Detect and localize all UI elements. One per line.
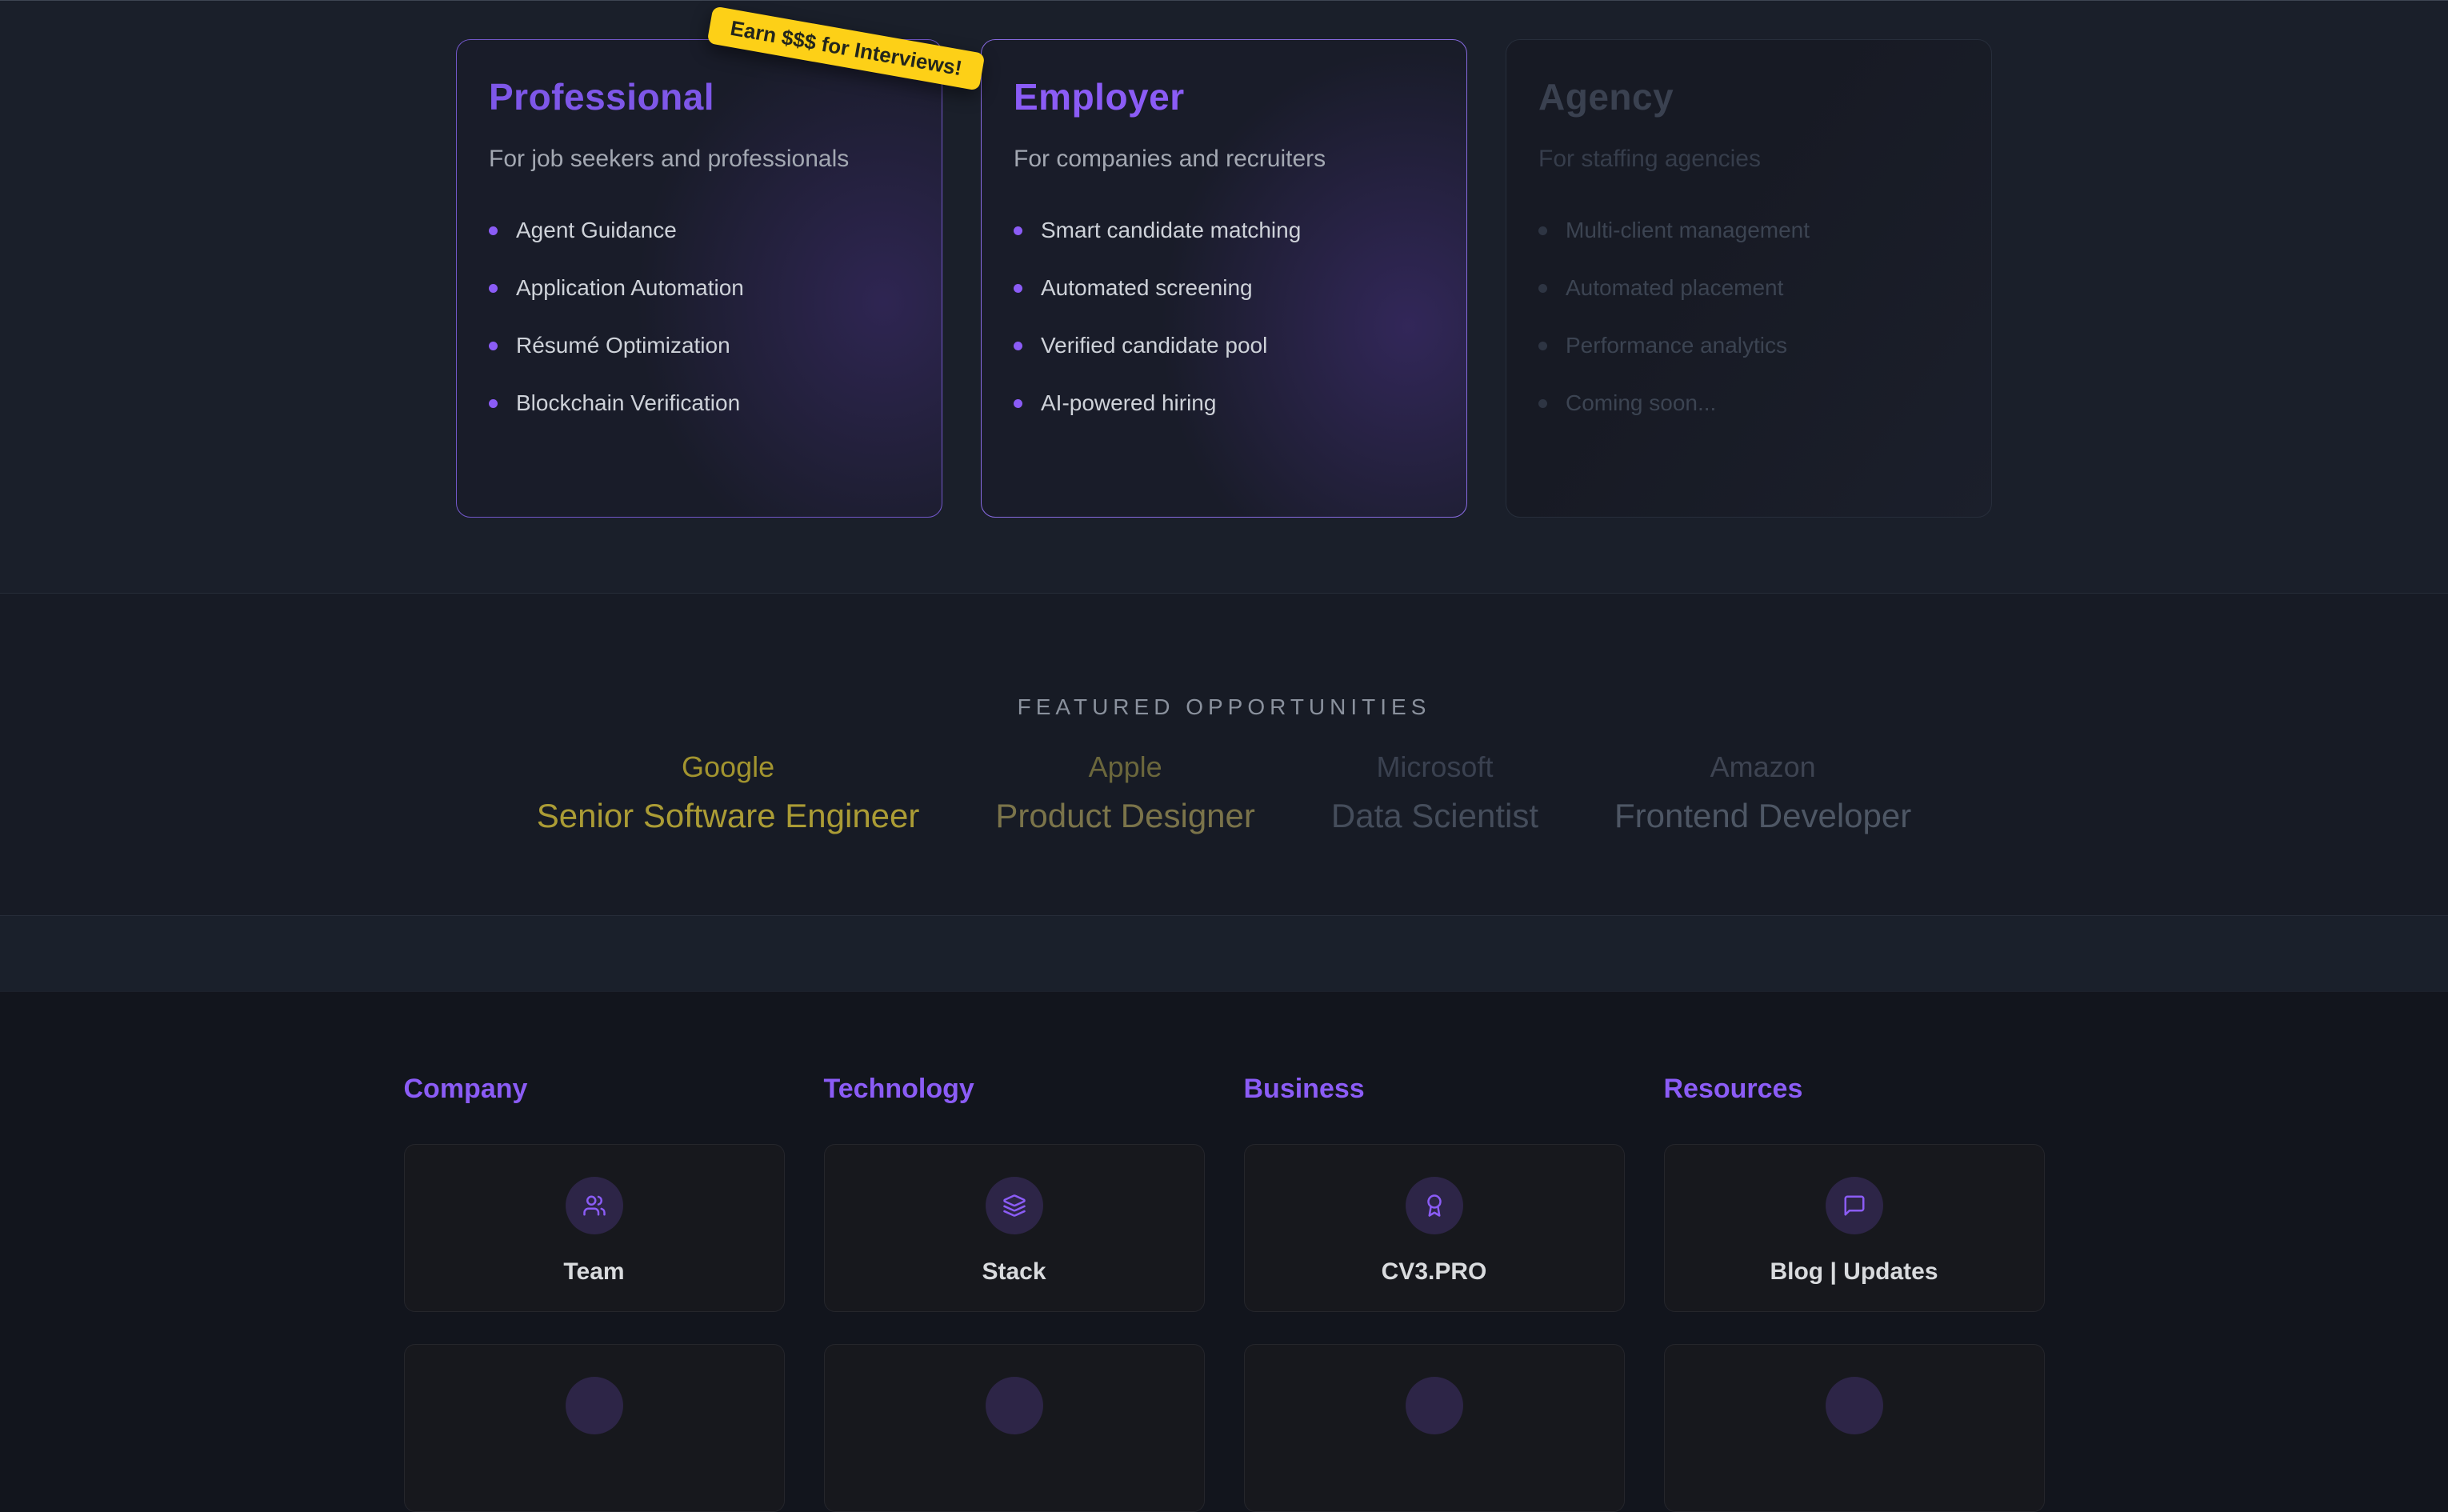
featured-jobs-row: Google Senior Software Engineer Apple Pr… <box>0 750 2448 835</box>
plan-feature-label: AI-powered hiring <box>1041 392 1216 414</box>
bullet-dot-icon <box>489 284 498 293</box>
footer-column-technology: Technology Stack <box>824 1075 1205 1512</box>
footer-card-team[interactable]: Team <box>404 1144 785 1312</box>
plan-feature-label: Smart candidate matching <box>1041 219 1301 242</box>
circle-icon <box>1826 1377 1883 1434</box>
bullet-dot-icon <box>1014 226 1022 235</box>
footer-card-cv3pro[interactable]: CV3.PRO <box>1244 1144 1625 1312</box>
footer-card-blog-updates[interactable]: Blog | Updates <box>1664 1144 2045 1312</box>
plan-feature-list: Multi-client management Automated placem… <box>1538 219 1959 414</box>
featured-job-microsoft[interactable]: Microsoft Data Scientist <box>1331 750 1538 835</box>
plan-feature: Résumé Optimization <box>489 334 910 357</box>
plan-feature-list: Agent Guidance Application Automation Ré… <box>489 219 910 414</box>
plan-card-professional[interactable]: Professional For job seekers and profess… <box>456 39 942 518</box>
plan-title-professional: Professional <box>489 75 910 118</box>
footer-card-partial[interactable] <box>1664 1344 2045 1512</box>
plan-feature: Smart candidate matching <box>1014 219 1434 242</box>
plan-card-employer[interactable]: Employer For companies and recruiters Sm… <box>981 39 1467 518</box>
job-role: Data Scientist <box>1331 797 1538 835</box>
plan-title-agency: Agency <box>1538 75 1959 118</box>
featured-job-google[interactable]: Google Senior Software Engineer <box>537 750 920 835</box>
plan-feature: Application Automation <box>489 277 910 299</box>
plan-feature-label: Blockchain Verification <box>516 392 740 414</box>
plan-feature: Agent Guidance <box>489 219 910 242</box>
bullet-dot-icon <box>1538 284 1547 293</box>
plan-feature: AI-powered hiring <box>1014 392 1434 414</box>
plan-feature-label: Automated placement <box>1566 277 1783 299</box>
plan-description: For staffing agencies <box>1538 146 1959 173</box>
bullet-dot-icon <box>1538 399 1547 408</box>
bullet-dot-icon <box>489 399 498 408</box>
footer-heading-resources: Resources <box>1664 1075 2045 1102</box>
plan-feature: Multi-client management <box>1538 219 1959 242</box>
featured-opportunities-title: FEATURED OPPORTUNITIES <box>0 594 2448 720</box>
featured-job-apple[interactable]: Apple Product Designer <box>995 750 1255 835</box>
bullet-dot-icon <box>489 226 498 235</box>
plan-description: For job seekers and professionals <box>489 146 910 173</box>
job-company: Google <box>537 750 920 784</box>
footer-column-resources: Resources Blog | Updates <box>1664 1075 2045 1512</box>
footer-column-company: Company Team <box>404 1075 785 1512</box>
footer-card-label: CV3.PRO <box>1382 1258 1487 1286</box>
bullet-dot-icon <box>489 342 498 350</box>
footer-card-label: Stack <box>982 1258 1046 1286</box>
job-role: Frontend Developer <box>1614 797 1911 835</box>
circle-icon <box>566 1377 623 1434</box>
plan-feature-label: Agent Guidance <box>516 219 677 242</box>
page: Earn $$$ for Interviews! Professional Fo… <box>0 0 2448 1378</box>
plan-feature-label: Verified candidate pool <box>1041 334 1267 357</box>
footer-card-partial[interactable] <box>1244 1344 1625 1512</box>
footer-card-label: Team <box>563 1258 624 1286</box>
footer: Company Team Technology Stack <box>0 991 2448 1378</box>
bullet-dot-icon <box>1014 342 1022 350</box>
plan-feature-label: Application Automation <box>516 277 744 299</box>
plan-feature: Coming soon... <box>1538 392 1959 414</box>
plan-feature-list: Smart candidate matching Automated scree… <box>1014 219 1434 414</box>
footer-column-business: Business CV3.PRO <box>1244 1075 1625 1512</box>
footer-card-stack[interactable]: Stack <box>824 1144 1205 1312</box>
plan-feature-label: Performance analytics <box>1566 334 1787 357</box>
footer-card-label: Blog | Updates <box>1770 1258 1938 1286</box>
plan-feature: Verified candidate pool <box>1014 334 1434 357</box>
job-role: Senior Software Engineer <box>537 797 920 835</box>
plan-feature-label: Coming soon... <box>1566 392 1716 414</box>
footer-card-partial[interactable] <box>824 1344 1205 1512</box>
plan-feature: Blockchain Verification <box>489 392 910 414</box>
bullet-dot-icon <box>1538 342 1547 350</box>
featured-opportunities-section: FEATURED OPPORTUNITIES Google Senior Sof… <box>0 594 2448 915</box>
award-icon <box>1406 1177 1463 1234</box>
bullet-dot-icon <box>1014 284 1022 293</box>
plan-feature-label: Multi-client management <box>1566 219 1810 242</box>
plan-card-agency: Agency For staffing agencies Multi-clien… <box>1506 39 1992 518</box>
circle-icon <box>1406 1377 1463 1434</box>
layers-icon <box>986 1177 1043 1234</box>
plan-feature: Performance analytics <box>1538 334 1959 357</box>
job-role: Product Designer <box>995 797 1255 835</box>
footer-heading-company: Company <box>404 1075 785 1102</box>
footer-heading-technology: Technology <box>824 1075 1205 1102</box>
job-company: Apple <box>995 750 1255 784</box>
message-square-icon <box>1826 1177 1883 1234</box>
plans-row: Professional For job seekers and profess… <box>0 1 2448 518</box>
job-company: Microsoft <box>1331 750 1538 784</box>
plan-feature: Automated placement <box>1538 277 1959 299</box>
plan-feature-label: Automated screening <box>1041 277 1253 299</box>
footer-heading-business: Business <box>1244 1075 1625 1102</box>
plan-feature: Automated screening <box>1014 277 1434 299</box>
section-divider-strip <box>0 915 2448 991</box>
plan-title-employer: Employer <box>1014 75 1434 118</box>
featured-job-amazon[interactable]: Amazon Frontend Developer <box>1614 750 1911 835</box>
footer-card-partial[interactable] <box>404 1344 785 1512</box>
bullet-dot-icon <box>1014 399 1022 408</box>
job-company: Amazon <box>1614 750 1911 784</box>
plan-description: For companies and recruiters <box>1014 146 1434 173</box>
circle-icon <box>986 1377 1043 1434</box>
plans-section: Earn $$$ for Interviews! Professional Fo… <box>0 0 2448 594</box>
bullet-dot-icon <box>1538 226 1547 235</box>
footer-columns: Company Team Technology Stack <box>404 992 2045 1512</box>
users-icon <box>566 1177 623 1234</box>
plan-feature-label: Résumé Optimization <box>516 334 730 357</box>
